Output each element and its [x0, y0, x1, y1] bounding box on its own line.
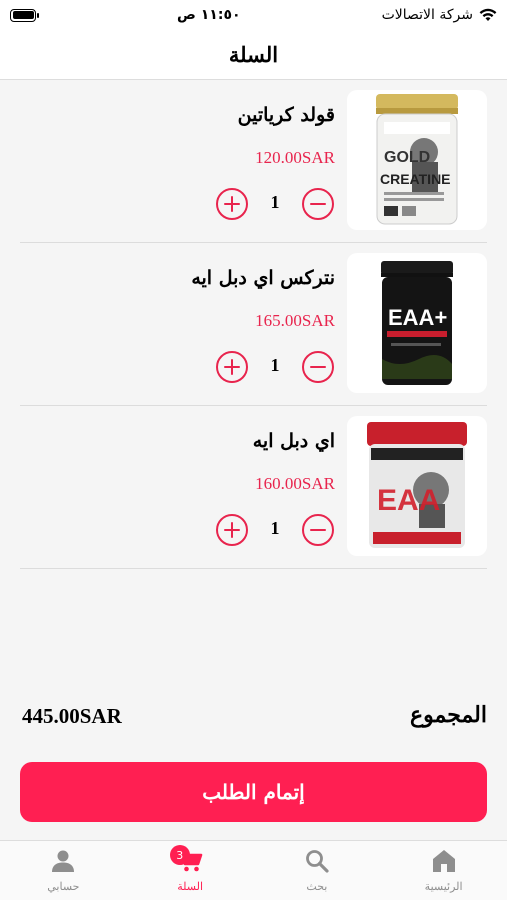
nav-header: السلة [0, 30, 507, 80]
increase-quantity-button[interactable] [216, 351, 248, 383]
increase-quantity-button[interactable] [216, 514, 248, 546]
decrease-quantity-button[interactable] [302, 188, 334, 220]
status-time: ١١:٥٠ ص [177, 7, 241, 23]
product-name: قولد كرياتين [237, 104, 335, 126]
decrease-quantity-button[interactable] [302, 351, 334, 383]
tab-label: حسابي [47, 880, 80, 893]
quantity-stepper: 1 [216, 514, 334, 546]
total-label: المجموع [410, 702, 487, 728]
tab-cart[interactable]: 3 السلة [127, 841, 254, 900]
battery-icon [10, 8, 39, 22]
tab-search[interactable]: بحث [254, 841, 381, 900]
cart-list: GOLD CREATINE قولد كرياتين 120.00SAR 1 E [0, 80, 507, 569]
cart-item: GOLD CREATINE قولد كرياتين 120.00SAR 1 [20, 80, 487, 243]
svg-text:EAA: EAA [377, 484, 440, 517]
total-row: المجموع 445.00SAR [20, 700, 487, 736]
svg-text:GOLD: GOLD [384, 149, 430, 166]
cart-item: EAA اي دبل ايه 160.00SAR 1 [20, 406, 487, 569]
svg-text:CREATINE: CREATINE [380, 171, 451, 187]
cart-item: EAA+ نتركس اي دبل ايه 165.00SAR 1 [20, 243, 487, 406]
home-icon [432, 850, 455, 872]
search-icon [305, 850, 329, 873]
tab-label: بحث [306, 880, 328, 893]
quantity-value: 1 [270, 518, 280, 538]
status-bar: ١١:٥٠ ص شركة الاتصالات [0, 0, 507, 30]
product-image[interactable]: EAA+ [347, 253, 487, 393]
carrier-name: شركة الاتصالات [381, 7, 473, 23]
increase-quantity-button[interactable] [216, 188, 248, 220]
tab-label: الرئيسية [424, 880, 463, 893]
product-image[interactable]: EAA [347, 416, 487, 556]
eaa-plus-image: EAA+ [381, 261, 453, 385]
checkout-button[interactable]: إتمام الطلب [20, 762, 487, 822]
quantity-value: 1 [270, 355, 280, 375]
product-price: 160.00SAR [255, 474, 335, 493]
quantity-stepper: 1 [216, 188, 334, 220]
product-price: 165.00SAR [255, 311, 335, 330]
product-price: 120.00SAR [255, 148, 335, 167]
total-value: 445.00SAR [22, 704, 122, 728]
product-name: نتركس اي دبل ايه [191, 267, 335, 289]
product-name: اي دبل ايه [252, 430, 335, 452]
wifi-icon [479, 8, 497, 21]
decrease-quantity-button[interactable] [302, 514, 334, 546]
tab-bar: حسابي 3 السلة بحث الرئيسية [0, 840, 507, 900]
tab-home[interactable]: الرئيسية [380, 841, 507, 900]
page-title: السلة [228, 42, 279, 67]
cart-count-badge: 3 [169, 845, 190, 865]
person-icon [52, 850, 75, 872]
eaa-enhanced-image: EAA [367, 422, 467, 548]
quantity-stepper: 1 [216, 351, 334, 383]
tab-label: السلة [177, 880, 203, 893]
product-image[interactable]: GOLD CREATINE [347, 90, 487, 230]
tab-account[interactable]: حسابي [0, 841, 127, 900]
quantity-value: 1 [270, 192, 280, 212]
gold-creatine-image: GOLD CREATINE [376, 94, 458, 225]
svg-text:EAA+: EAA+ [388, 305, 447, 330]
